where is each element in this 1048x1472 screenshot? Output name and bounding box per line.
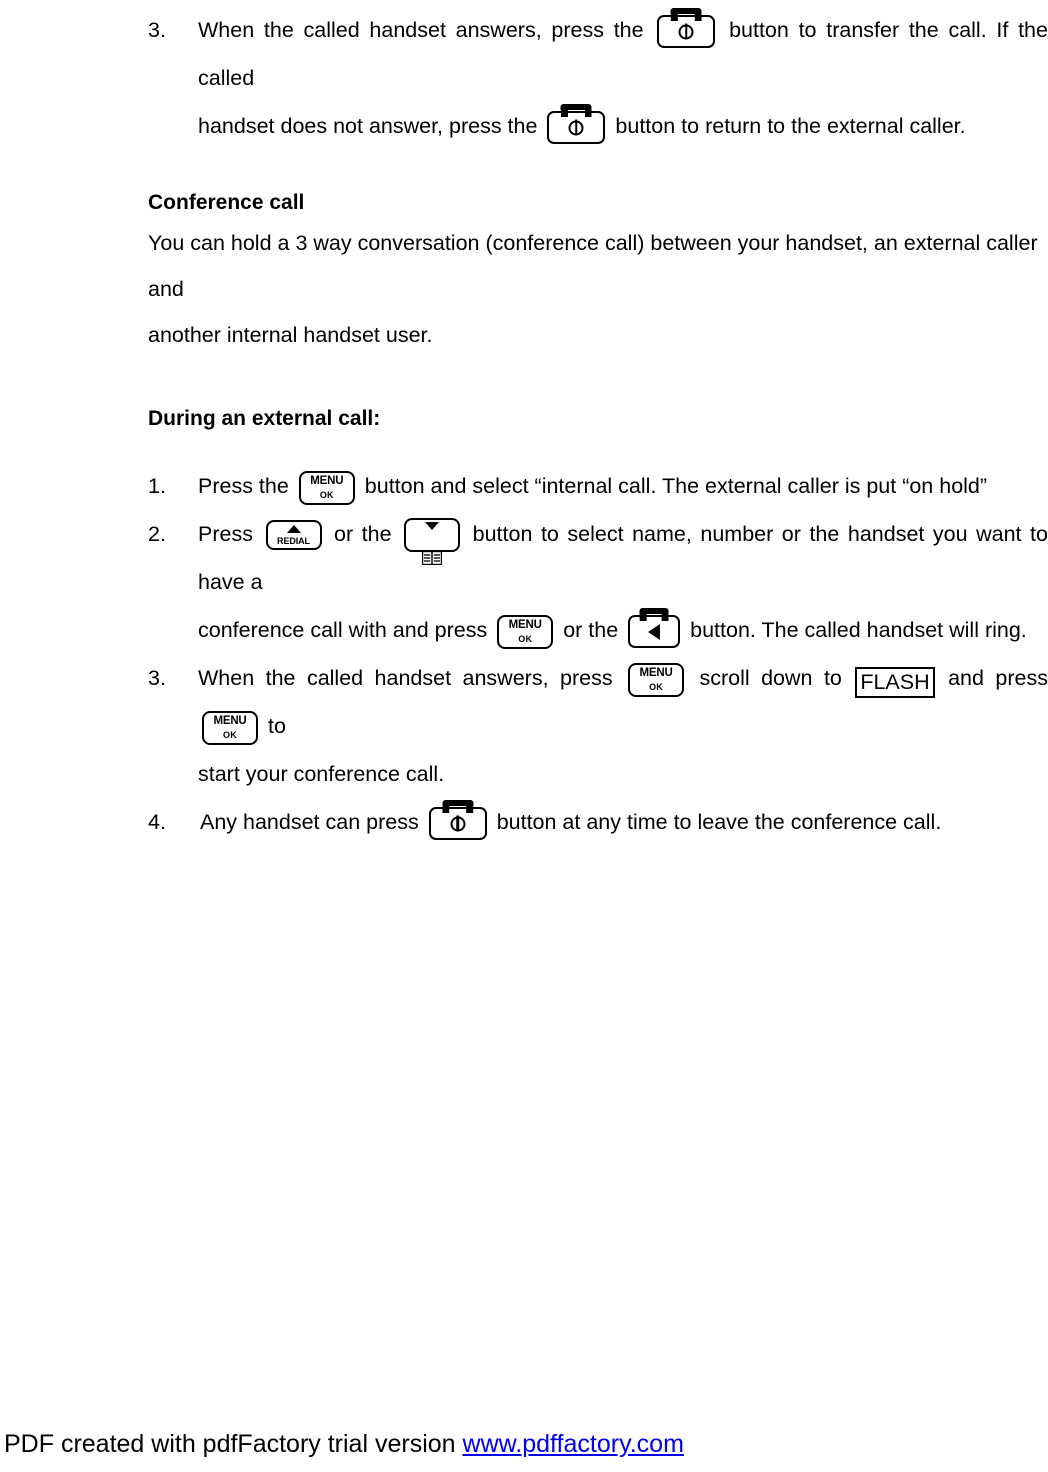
phonebook-icon xyxy=(421,534,443,566)
step3b-line2: start your conference call. xyxy=(198,762,445,786)
step3-line2-after: button to return to the external caller. xyxy=(615,114,966,138)
flash-menu-option: FLASH xyxy=(855,667,935,698)
talk-power-key-icon xyxy=(547,104,606,144)
arrow-up-icon xyxy=(286,525,301,533)
talk-power-key-icon xyxy=(428,800,487,840)
menu-label: MENU xyxy=(310,475,344,487)
list-item-continuation: conference call with and press MENU OK o… xyxy=(148,606,1048,654)
step4-text-after: button at any time to leave the conferen… xyxy=(496,810,942,834)
redial-up-key-icon: REDIAL xyxy=(265,520,322,550)
list-item: 3. When the called handset answers, pres… xyxy=(148,654,1048,750)
list-item: 3. When the called handset answers, pres… xyxy=(148,6,1048,102)
pdffactory-link[interactable]: www.pdffactory.com xyxy=(463,1430,684,1458)
list-marker: 3. xyxy=(148,666,166,690)
step3b-mid1: scroll down to xyxy=(699,666,842,690)
footer-text: PDF created with pdfFactory trial versio… xyxy=(4,1430,456,1458)
menu-ok-key-icon: MENU OK xyxy=(202,711,258,745)
speaker-glyph xyxy=(648,623,661,640)
document-page: 3. When the called handset answers, pres… xyxy=(0,0,1048,1472)
handset-glyph xyxy=(560,104,592,117)
list-marker: 2. xyxy=(148,522,166,546)
ok-label: OK xyxy=(518,634,533,644)
list-item-continuation: handset does not answer, press the butto… xyxy=(148,102,1048,150)
menu-ok-key-icon: MENU OK xyxy=(497,615,554,649)
menu-ok-key-icon: MENU OK xyxy=(298,471,355,505)
handset-glyph xyxy=(670,8,702,21)
section-heading-conference: Conference call xyxy=(148,191,305,214)
menu-label: MENU xyxy=(213,715,247,727)
handset-glyph xyxy=(639,608,669,621)
menu-ok-key-icon: MENU OK xyxy=(628,663,685,697)
talk-power-key-icon xyxy=(657,8,716,48)
list-item-continuation: start your conference call. xyxy=(148,750,1048,798)
list-item: 2. Press REDIAL or the button to select … xyxy=(148,510,1048,606)
redial-label: REDIAL xyxy=(277,536,310,546)
step2-line2-after: button. The called handset will ring. xyxy=(690,618,1027,642)
menu-label: MENU xyxy=(639,667,673,679)
step1-text-after: button and select “internal call. The ex… xyxy=(364,474,988,498)
pdf-footer: PDF created with pdfFactory trial versio… xyxy=(4,1428,684,1460)
step2-line2-mid: or the xyxy=(563,618,619,642)
talk-speaker-key-icon xyxy=(628,608,681,648)
list-marker: 1. xyxy=(148,474,166,498)
list-marker: 3. xyxy=(148,18,166,42)
step2-text-before: Press xyxy=(198,522,253,546)
ok-label: OK xyxy=(319,490,334,500)
step3-text-before: When the called handset answers, press t… xyxy=(198,18,644,42)
list-marker: 4. xyxy=(148,810,166,834)
handset-glyph xyxy=(442,800,474,813)
page-content: 3. When the called handset answers, pres… xyxy=(148,6,1048,846)
step2-mid2: button to select name, number or the han… xyxy=(198,522,1048,594)
conference-body-line2: another internal handset user. xyxy=(148,323,433,347)
power-symbol-glyph xyxy=(678,24,694,39)
phonebook-down-key-icon xyxy=(404,518,461,566)
step2-line2-before: conference call with and press xyxy=(198,618,488,642)
step4-text-before: Any handset can press xyxy=(200,810,419,834)
menu-label: MENU xyxy=(508,619,542,631)
step3b-text-before: When the called handset answers, press xyxy=(198,666,613,690)
section-heading-during-call: During an external call: xyxy=(148,407,381,430)
step1-text-before: Press the xyxy=(198,474,289,498)
list-item: 4. Any handset can press button at any t… xyxy=(148,798,1048,846)
power-symbol-glyph xyxy=(450,816,466,831)
conference-body-line1: You can hold a 3 way conversation (confe… xyxy=(148,231,1038,301)
ok-label: OK xyxy=(223,730,237,740)
step2-mid1: or the xyxy=(334,522,392,546)
list-item: 1. Press the MENU OK button and select “… xyxy=(148,462,1048,510)
step3b-mid2: and press xyxy=(948,666,1048,690)
step3-line2-before: handset does not answer, press the xyxy=(198,114,538,138)
power-symbol-glyph xyxy=(568,120,584,135)
step3b-text-after: to xyxy=(267,714,286,738)
arrow-down-icon xyxy=(425,522,440,530)
ok-label: OK xyxy=(649,682,663,692)
